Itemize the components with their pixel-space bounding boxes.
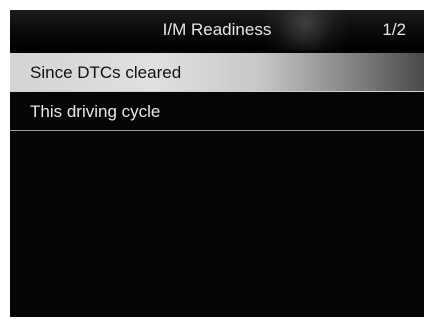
scanner-screen: I/M Readiness 1/2 Since DTCs cleared Thi… [10,10,424,317]
menu-item-label: This driving cycle [30,102,161,121]
menu-item-this-driving-cycle[interactable]: This driving cycle [10,92,424,131]
menu-item-since-dtcs-cleared[interactable]: Since DTCs cleared [10,53,424,92]
menu-item-label: Since DTCs cleared [30,63,182,82]
page-indicator: 1/2 [382,20,406,39]
title-bar: I/M Readiness 1/2 [10,10,424,50]
screen-title: I/M Readiness [162,20,272,39]
readiness-menu: Since DTCs cleared This driving cycle [10,53,424,131]
